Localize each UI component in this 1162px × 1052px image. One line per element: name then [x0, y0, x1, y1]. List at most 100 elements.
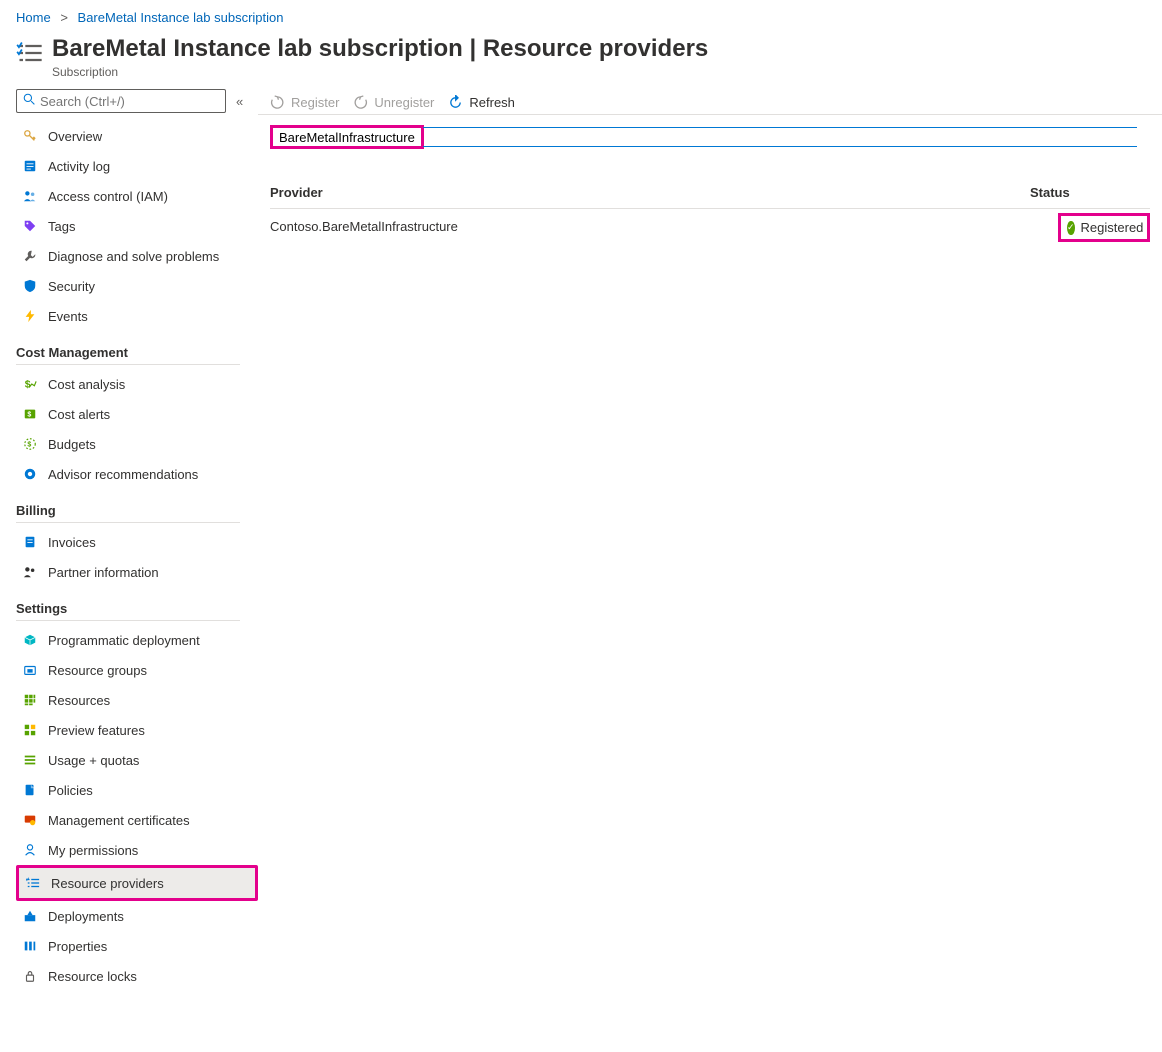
sidebar-item-access-control-iam-[interactable]: Access control (IAM) [16, 181, 258, 211]
subscription-icon [16, 39, 44, 67]
sidebar-item-invoices[interactable]: Invoices [16, 527, 258, 557]
sidebar-item-resource-providers[interactable]: Resource providers [16, 865, 258, 901]
sidebar-item-resource-locks[interactable]: Resource locks [16, 961, 258, 991]
sidebar-item-label: Invoices [48, 535, 96, 550]
refresh-icon [448, 95, 463, 110]
sidebar-item-management-certificates[interactable]: Management certificates [16, 805, 258, 835]
section-header-billing: Billing [16, 489, 240, 523]
page-subtitle: Subscription [52, 65, 708, 79]
sidebar-item-usage-quotas[interactable]: Usage + quotas [16, 745, 258, 775]
register-label: Register [291, 95, 339, 110]
deploy-icon [22, 908, 38, 924]
sidebar-item-budgets[interactable]: $ Budgets [16, 429, 258, 459]
sidebar-item-resources[interactable]: Resources [16, 685, 258, 715]
sidebar-item-label: Management certificates [48, 813, 190, 828]
collapse-sidebar-button[interactable]: « [236, 94, 243, 109]
col-status-header[interactable]: Status [1030, 185, 1150, 200]
sidebar-item-cost-alerts[interactable]: $ Cost alerts [16, 399, 258, 429]
box-icon [22, 632, 38, 648]
tag-icon [22, 218, 38, 234]
invoice-icon [22, 534, 38, 550]
page-title: BareMetal Instance lab subscription | Re… [52, 35, 708, 63]
sidebar-item-label: Resource groups [48, 663, 147, 678]
provider-cell: Contoso.BareMetalInfrastructure [270, 219, 1058, 242]
sidebar-item-security[interactable]: Security [16, 271, 258, 301]
main-content: Register Unregister Refresh [258, 89, 1162, 1011]
unregister-icon [353, 95, 368, 110]
sidebar-search-input[interactable] [40, 94, 219, 109]
cost-icon: $ [22, 376, 38, 392]
breadcrumb-home[interactable]: Home [16, 10, 51, 25]
section-header-cost-management: Cost Management [16, 331, 240, 365]
sidebar-item-my-permissions[interactable]: My permissions [16, 835, 258, 865]
bars-icon [22, 752, 38, 768]
grid-icon [22, 692, 38, 708]
filter-input[interactable] [279, 130, 415, 145]
sidebar-item-overview[interactable]: Overview [16, 121, 258, 151]
sidebar-item-label: Access control (IAM) [48, 189, 168, 204]
sidebar-item-programmatic-deployment[interactable]: Programmatic deployment [16, 625, 258, 655]
svg-text:$: $ [27, 412, 31, 419]
sidebar-item-label: Security [48, 279, 95, 294]
sidebar-item-deployments[interactable]: Deployments [16, 901, 258, 931]
sidebar-item-resource-groups[interactable]: Resource groups [16, 655, 258, 685]
sidebar-item-label: Programmatic deployment [48, 633, 200, 648]
sidebar-item-tags[interactable]: Tags [16, 211, 258, 241]
register-button[interactable]: Register [270, 95, 339, 110]
sidebar-item-label: Events [48, 309, 88, 324]
toolbar: Register Unregister Refresh [258, 89, 1162, 115]
sidebar-item-policies[interactable]: Policies [16, 775, 258, 805]
sidebar-item-preview-features[interactable]: Preview features [16, 715, 258, 745]
page-header: BareMetal Instance lab subscription | Re… [0, 29, 1162, 89]
col-provider-header[interactable]: Provider [270, 185, 1030, 200]
advisor-icon [22, 466, 38, 482]
shield-icon [22, 278, 38, 294]
search-icon [23, 93, 36, 109]
sidebar-item-cost-analysis[interactable]: $ Cost analysis [16, 369, 258, 399]
sidebar-item-label: Tags [48, 219, 75, 234]
unregister-label: Unregister [374, 95, 434, 110]
filter-underline [423, 127, 1137, 147]
budget-icon: $ [22, 436, 38, 452]
rg-icon [22, 662, 38, 678]
table-header: Provider Status [270, 177, 1150, 209]
alert-cost-icon: $ [22, 406, 38, 422]
props-icon [22, 938, 38, 954]
sidebar-item-properties[interactable]: Properties [16, 931, 258, 961]
cert-icon [22, 812, 38, 828]
sidebar-item-label: Policies [48, 783, 93, 798]
sidebar-item-label: Usage + quotas [48, 753, 139, 768]
table-row[interactable]: Contoso.BareMetalInfrastructure✓Register… [270, 209, 1150, 252]
sidebar-item-advisor-recommendations[interactable]: Advisor recommendations [16, 459, 258, 489]
sidebar-item-diagnose-and-solve-problems[interactable]: Diagnose and solve problems [16, 241, 258, 271]
breadcrumb: Home > BareMetal Instance lab subscripti… [0, 0, 1162, 29]
sidebar-search[interactable] [16, 89, 226, 113]
sidebar-item-label: Activity log [48, 159, 110, 174]
sidebar-item-label: Overview [48, 129, 102, 144]
sidebar-item-label: Cost analysis [48, 377, 125, 392]
refresh-button[interactable]: Refresh [448, 95, 515, 110]
preview-icon [22, 722, 38, 738]
partner-icon [22, 564, 38, 580]
sidebar-item-label: Cost alerts [48, 407, 110, 422]
section-header-settings: Settings [16, 587, 240, 621]
status-cell-highlight: ✓Registered [1058, 213, 1150, 242]
sidebar-item-activity-log[interactable]: Activity log [16, 151, 258, 181]
lock-icon [22, 968, 38, 984]
sidebar-item-label: Budgets [48, 437, 96, 452]
wrench-icon [22, 248, 38, 264]
people-icon [22, 188, 38, 204]
log-icon [22, 158, 38, 174]
bolt-icon [22, 308, 38, 324]
sidebar-item-label: Resource providers [51, 876, 164, 891]
refresh-label: Refresh [469, 95, 515, 110]
sidebar-item-label: Diagnose and solve problems [48, 249, 219, 264]
sidebar-item-events[interactable]: Events [16, 301, 258, 331]
sidebar-item-partner-information[interactable]: Partner information [16, 557, 258, 587]
unregister-button[interactable]: Unregister [353, 95, 434, 110]
sidebar-item-label: Advisor recommendations [48, 467, 198, 482]
providers-icon [25, 875, 41, 891]
breadcrumb-current[interactable]: BareMetal Instance lab subscription [78, 10, 284, 25]
key-icon [22, 128, 38, 144]
sidebar-item-label: Resource locks [48, 969, 137, 984]
